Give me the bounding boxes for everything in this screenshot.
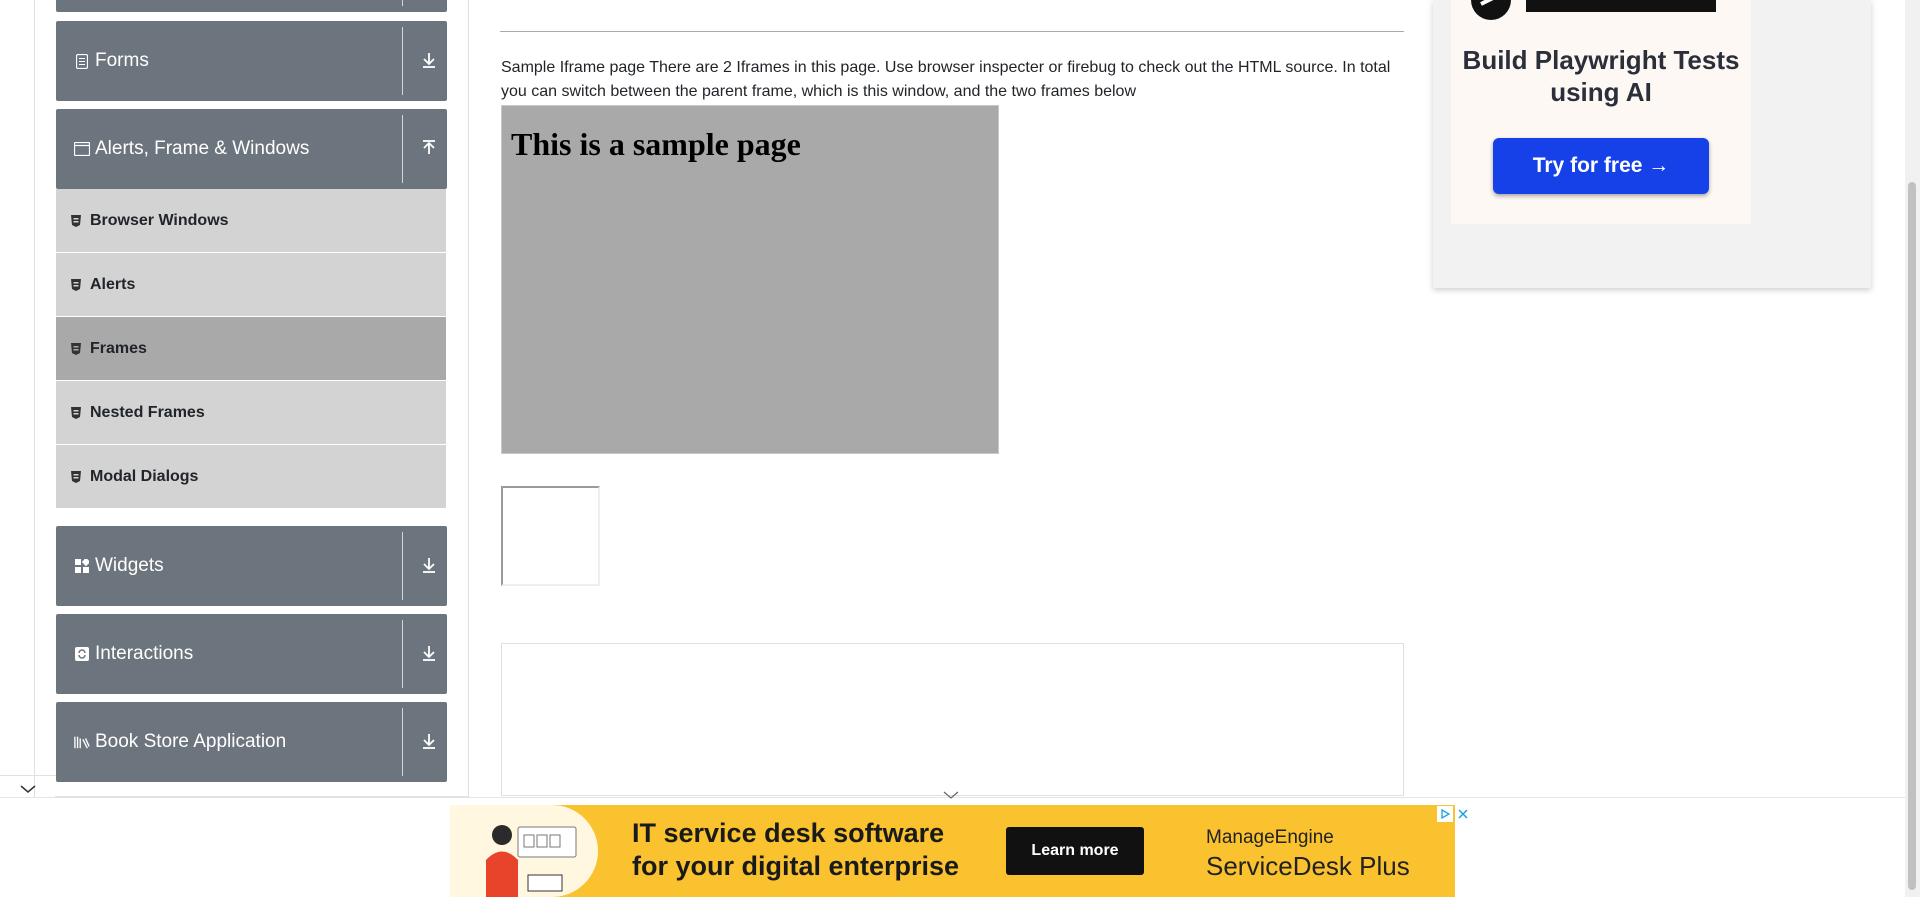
ad-headline: Build Playwright Tests using AI	[1462, 45, 1740, 107]
sidebar-group-elements[interactable]	[56, 0, 447, 12]
adchoices-icon[interactable]	[1437, 806, 1453, 822]
page-left-border	[34, 0, 35, 800]
sidebar-item-browser-windows[interactable]: Browser Windows	[56, 189, 446, 253]
sidebar-item-label: Nested Frames	[90, 403, 205, 421]
badge-icon	[71, 406, 81, 419]
ad-brand: ManageEngine	[1206, 827, 1334, 848]
frame-heading: This is a sample page	[511, 126, 801, 162]
badge-icon	[71, 470, 81, 483]
collapse-arrow-icon[interactable]	[421, 139, 439, 159]
sidebar-group-alerts-frame-windows[interactable]: Alerts, Frame & Windows	[56, 109, 447, 189]
sidebar: Forms Alerts, Frame & Windows Browser Wi…	[55, 0, 470, 797]
ad-iframe-placeholder	[501, 643, 1404, 796]
ad-line-2: for your digital enterprise	[632, 851, 960, 881]
bottom-advertisement[interactable]: IT service desk software for your digita…	[450, 805, 1455, 897]
try-for-free-button[interactable]: Try for free →	[1493, 138, 1709, 194]
sidebar-item-label: Browser Windows	[90, 211, 229, 229]
sidebar-group-label: Alerts, Frame & Windows	[95, 138, 310, 159]
sidebar-item-alerts[interactable]: Alerts	[56, 253, 446, 317]
side-advertisement[interactable]: Build Playwright Tests using AI Try for …	[1433, 0, 1871, 288]
adchoices[interactable]	[1437, 806, 1473, 822]
sidebar-group-interactions[interactable]: Interactions	[56, 614, 447, 694]
expand-arrow-icon[interactable]	[421, 644, 439, 664]
group-separator	[402, 532, 403, 600]
zerostep-logo-icon	[1471, 0, 1716, 20]
ad-product: ServiceDesk Plus	[1206, 851, 1410, 881]
ad-illustration	[450, 805, 598, 897]
sidebar-item-nested-frames[interactable]: Nested Frames	[56, 381, 446, 445]
group-separator	[402, 620, 403, 688]
form-icon	[74, 53, 90, 69]
learn-more-button[interactable]: Learn more	[1006, 827, 1144, 875]
expand-arrow-icon[interactable]	[421, 732, 439, 752]
group-separator	[402, 0, 403, 6]
badge-icon	[71, 278, 81, 291]
badge-icon	[71, 342, 81, 355]
window-icon	[74, 141, 90, 157]
sidebar-group-label: Widgets	[95, 555, 164, 576]
frames-description: Sample Iframe page There are 2 Iframes i…	[501, 59, 1391, 100]
content-divider	[500, 31, 1404, 32]
iframe-large[interactable]: This is a sample page	[501, 105, 999, 454]
sidebar-group-label: Forms	[95, 50, 149, 71]
sidebar-group-label: Book Store Application	[95, 731, 287, 752]
sidebar-item-modal-dialogs[interactable]: Modal Dialogs	[56, 445, 446, 509]
expand-arrow-icon[interactable]	[421, 51, 439, 71]
ad-text: IT service desk software for your digita…	[632, 817, 959, 883]
interactions-icon	[74, 646, 90, 662]
sidebar-item-label: Modal Dialogs	[90, 467, 199, 485]
widgets-icon	[74, 558, 90, 574]
chevron-down-icon	[20, 784, 36, 793]
group-separator	[402, 27, 403, 95]
sidebar-item-frames[interactable]: Frames	[56, 317, 446, 381]
books-icon	[74, 734, 90, 750]
iframe-small[interactable]	[501, 486, 600, 586]
sidebar-item-label: Frames	[90, 339, 147, 357]
expand-arrow-icon[interactable]	[421, 556, 439, 576]
close-icon[interactable]	[1455, 806, 1471, 822]
badge-icon	[71, 214, 81, 227]
sidebar-group-forms[interactable]: Forms	[56, 21, 447, 101]
group-separator	[402, 115, 403, 183]
group-separator	[402, 708, 403, 776]
sidebar-group-label: Interactions	[95, 643, 194, 664]
chevron-down-icon[interactable]	[943, 790, 959, 800]
sidebar-item-label: Alerts	[90, 275, 136, 293]
sidebar-group-widgets[interactable]: Widgets	[56, 526, 447, 606]
sidebar-group-book-store[interactable]: Book Store Application	[56, 702, 447, 782]
ad-line-1: IT service desk software	[632, 818, 945, 848]
ad-card: Build Playwright Tests using AI Try for …	[1451, 0, 1751, 224]
scrollbar-thumb[interactable]	[1908, 182, 1916, 890]
